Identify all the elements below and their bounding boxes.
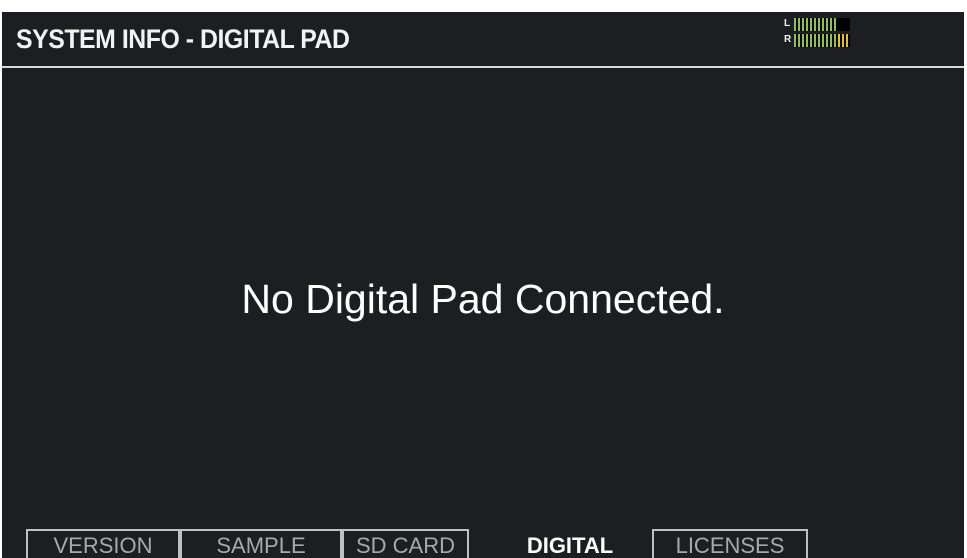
meter-bar-right <box>794 33 850 47</box>
meter-segment <box>826 17 828 31</box>
meter-segment <box>834 33 836 47</box>
meter-segment <box>802 17 804 31</box>
meter-segment <box>814 33 816 47</box>
meter-segment <box>814 17 816 31</box>
meter-segment <box>794 17 796 31</box>
meter-segment <box>798 17 800 31</box>
meter-segment <box>826 33 828 47</box>
meter-segment <box>806 33 808 47</box>
tab-sample[interactable]: SAMPLE <box>180 529 342 558</box>
tab-version[interactable]: VERSION <box>26 529 180 558</box>
meter-segment <box>798 33 800 47</box>
meter-segment <box>822 33 824 47</box>
meter-bar-left <box>794 17 850 31</box>
meter-segment <box>834 17 836 31</box>
tab-bar: VERSION SAMPLE SD CARD DIGITAL LICENSES <box>2 529 964 558</box>
meter-segment <box>838 17 840 31</box>
meter-segment <box>806 17 808 31</box>
meter-segment <box>846 33 848 47</box>
meter-label-left: L <box>784 18 791 29</box>
meter-segment <box>842 33 844 47</box>
meter-label-right: R <box>784 34 792 45</box>
meter-segment <box>802 33 804 47</box>
header-bar: SYSTEM INFO - DIGITAL PAD L R <box>2 12 964 68</box>
meter-segment <box>838 33 840 47</box>
level-meter-right: R <box>784 33 850 47</box>
meter-segment <box>818 33 820 47</box>
meter-segment <box>830 33 832 47</box>
page-title: SYSTEM INFO - DIGITAL PAD <box>16 24 350 54</box>
meter-segment <box>794 33 796 47</box>
meter-segment <box>810 17 812 31</box>
tab-licenses[interactable]: LICENSES <box>652 529 808 558</box>
meter-segment <box>846 17 848 31</box>
status-message: No Digital Pad Connected. <box>241 276 725 322</box>
meter-segment <box>822 17 824 31</box>
screen: SYSTEM INFO - DIGITAL PAD L R No Digital… <box>2 12 964 558</box>
meter-segment <box>830 17 832 31</box>
meter-segment <box>810 33 812 47</box>
level-meter-left: L <box>784 17 850 31</box>
tab-sd-card[interactable]: SD CARD <box>342 529 469 558</box>
meter-segment <box>818 17 820 31</box>
meter-segment <box>842 17 844 31</box>
tab-digital[interactable]: DIGITAL <box>493 529 647 558</box>
